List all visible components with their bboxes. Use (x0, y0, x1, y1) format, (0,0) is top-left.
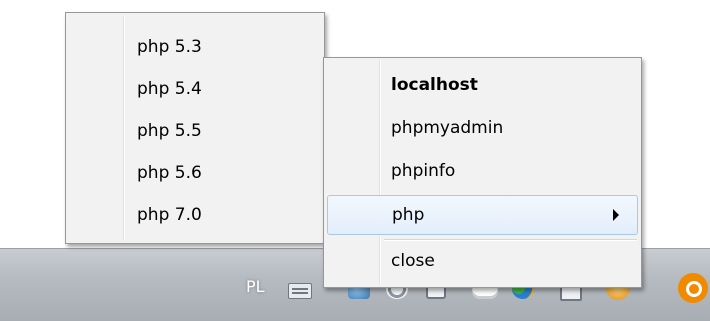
menu-item-label: localhost (391, 75, 478, 95)
menu-item-label: phpinfo (391, 161, 456, 181)
menu-item-phpinfo[interactable]: phpinfo (327, 152, 638, 190)
menu-item-close[interactable]: close (327, 242, 638, 280)
menu-item-label: close (391, 251, 435, 271)
menu-item-label: php 5.4 (137, 79, 202, 99)
menu-item-label: php 5.3 (137, 37, 202, 57)
menu-item-php-7-0[interactable]: php 7.0 (69, 196, 321, 234)
language-indicator[interactable]: PL (246, 277, 265, 296)
menu-item-label: php 5.5 (137, 121, 202, 141)
php-version-submenu: php 5.3 php 5.4 php 5.5 php 5.6 php 7.0 (65, 12, 325, 244)
menu-item-label: phpmyadmin (391, 118, 504, 138)
submenu-arrow-icon (613, 209, 619, 221)
menu-item-localhost[interactable]: localhost (327, 66, 638, 104)
tray-context-menu: localhost phpmyadmin phpinfo php close (323, 57, 642, 288)
wamp-icon[interactable] (678, 273, 708, 303)
menu-item-php-5-6[interactable]: php 5.6 (69, 154, 321, 192)
menu-item-label: php (392, 205, 425, 225)
menu-item-phpmyadmin[interactable]: phpmyadmin (327, 109, 638, 147)
keyboard-icon[interactable] (288, 283, 312, 299)
menu-item-label: php 7.0 (137, 205, 202, 225)
menu-item-php[interactable]: php (327, 195, 638, 235)
menu-item-label: php 5.6 (137, 163, 202, 183)
menu-separator (384, 239, 637, 241)
menu-item-php-5-5[interactable]: php 5.5 (69, 112, 321, 150)
menu-item-php-5-4[interactable]: php 5.4 (69, 70, 321, 108)
menu-item-php-5-3[interactable]: php 5.3 (69, 28, 321, 66)
